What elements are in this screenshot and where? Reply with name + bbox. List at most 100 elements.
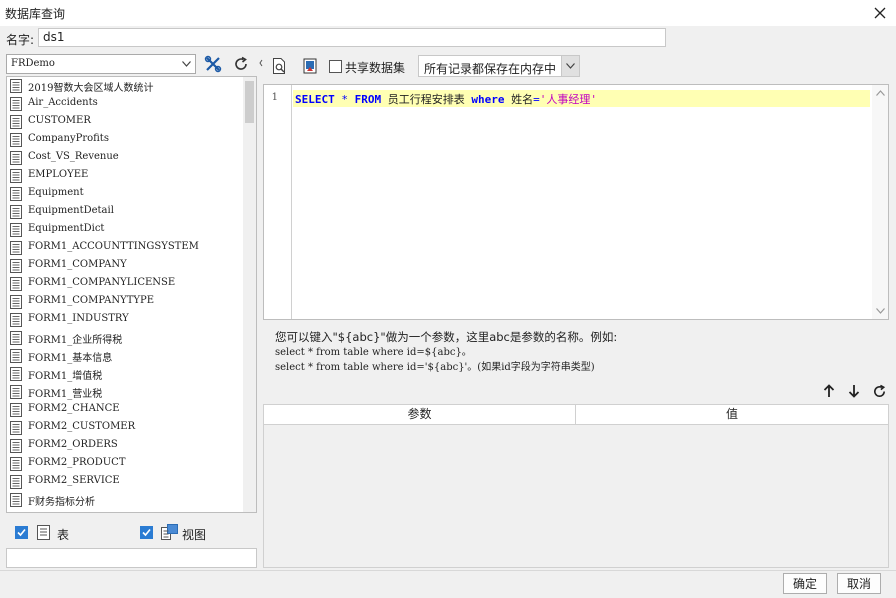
name-row: 名字: ds1	[0, 26, 896, 50]
table-name: FORM1_ACCOUNTTINGSYSTEM	[28, 241, 199, 252]
view-checkbox[interactable]	[140, 526, 153, 539]
scrollbar-thumb[interactable]	[245, 81, 254, 123]
sql-field-name: 姓名	[511, 93, 534, 106]
refresh-params-icon[interactable]	[870, 382, 888, 400]
table-list-item[interactable]: CUSTOMER	[7, 113, 243, 131]
table-list-item[interactable]: Air_Accidents	[7, 95, 243, 113]
name-label: 名字:	[6, 33, 35, 47]
table-list-item[interactable]: Equipment	[7, 185, 243, 203]
table-checkbox[interactable]	[15, 526, 28, 539]
table-name: FORM1_INDUSTRY	[28, 313, 129, 324]
close-icon[interactable]	[870, 3, 890, 23]
table-name: FORM1_COMPANY	[28, 259, 127, 270]
table-name: 2019智数大会区域人数统计	[28, 83, 154, 94]
query-toolbar: 共享数据集 所有记录都保存在内存中	[263, 54, 896, 78]
table-icon	[10, 241, 22, 255]
table-list-item[interactable]: FORM1_COMPANY	[7, 257, 243, 275]
datasource-value: FRDemo	[11, 58, 55, 69]
table-list-item[interactable]: FORM1_营业税	[7, 383, 243, 401]
table-icon	[10, 223, 22, 237]
table-list-scrollbar[interactable]	[243, 77, 256, 512]
sql-star: *	[341, 93, 348, 106]
title-bar: 数据库查询	[0, 0, 896, 26]
scroll-up-icon[interactable]	[872, 85, 888, 101]
table-name: FORM2_PRODUCT	[28, 457, 126, 468]
table-icon	[10, 259, 22, 273]
sql-table-name: 员工行程安排表	[387, 93, 465, 106]
table-icon	[10, 115, 22, 129]
name-input[interactable]: ds1	[38, 28, 666, 47]
hint-line-2: select * from table where id=${abc}。	[275, 347, 472, 358]
view-icon	[161, 524, 178, 544]
table-list-item[interactable]: Cost_VS_Revenue	[7, 149, 243, 167]
table-search-input[interactable]	[6, 548, 257, 568]
save-icon[interactable]	[299, 56, 321, 76]
table-list-item[interactable]: EquipmentDict	[7, 221, 243, 239]
table-list-item[interactable]: CompanyProfits	[7, 131, 243, 149]
table-icon	[10, 349, 22, 363]
table-list-item[interactable]: FORM1_企业所得税	[7, 329, 243, 347]
connection-settings-icon[interactable]	[202, 54, 224, 74]
arrow-down-icon[interactable]	[845, 382, 863, 400]
table-list-item[interactable]: FORM2_CUSTOMER	[7, 419, 243, 437]
table-list-item[interactable]: EquipmentDetail	[7, 203, 243, 221]
refresh-icon[interactable]	[230, 54, 252, 74]
table-icon	[10, 457, 22, 471]
table-list-item[interactable]: FORM1_COMPANYTYPE	[7, 293, 243, 311]
share-dataset-checkbox[interactable]	[329, 60, 342, 73]
table-list-item[interactable]: FORM1_基本信息	[7, 347, 243, 365]
ok-button[interactable]: 确定	[783, 573, 827, 594]
value-column-header: 值	[725, 407, 738, 421]
cancel-button[interactable]: 取消	[837, 573, 881, 594]
table-list-item[interactable]: FORM2_SERVICE	[7, 473, 243, 491]
hint-line-1: 您可以键入"${abc}"做为一个参数，这里abc是参数的名称。例如:	[275, 330, 618, 344]
table-list-item[interactable]: EMPLOYEE	[7, 167, 243, 185]
table-list-item[interactable]: FORM1_增值税	[7, 365, 243, 383]
sql-keyword-select: SELECT	[295, 93, 335, 106]
sql-editor[interactable]: 1 SELECT * FROM 员工行程安排表 where 姓名='人事经理'	[263, 84, 889, 320]
table-icon	[10, 295, 22, 309]
table-list-item[interactable]: FORM2_PRODUCT	[7, 455, 243, 473]
line-gutter: 1	[264, 85, 292, 319]
table-icon	[10, 493, 22, 507]
scroll-down-icon[interactable]	[872, 303, 888, 319]
datasource-select[interactable]: FRDemo	[6, 54, 196, 74]
table-name: FORM2_CHANCE	[28, 403, 120, 414]
line-number: 1	[271, 92, 278, 103]
table-icon	[10, 169, 22, 183]
table-list-item[interactable]: F财务指标分析	[7, 491, 243, 509]
table-icon	[10, 385, 22, 399]
table-icon	[10, 439, 22, 453]
table-icon	[10, 151, 22, 165]
storage-mode-select[interactable]: 所有记录都保存在内存中	[418, 55, 580, 77]
editor-scrollbar[interactable]	[872, 85, 888, 319]
view-filter-label: 视图	[182, 528, 207, 542]
parameters-header: 参数 值	[264, 405, 888, 425]
sql-keyword-from: FROM	[354, 93, 382, 106]
table-list-item[interactable]: FORM1_INDUSTRY	[7, 311, 243, 329]
share-dataset-label: 共享数据集	[345, 61, 406, 75]
table-name: FORM1_营业税	[28, 389, 103, 400]
sql-code[interactable]: SELECT * FROM 员工行程安排表 where 姓名='人事经理'	[295, 91, 597, 107]
hint-line-3: select * from table where id='${abc}'。(如…	[275, 362, 595, 373]
window-title: 数据库查询	[5, 7, 66, 21]
table-list-item[interactable]: FORM2_CHANCE	[7, 401, 243, 419]
chevron-down-icon[interactable]	[177, 55, 195, 73]
arrow-up-icon[interactable]	[820, 382, 838, 400]
chevron-down-icon[interactable]	[561, 56, 579, 76]
sql-keyword-where: where	[471, 93, 505, 106]
preview-icon[interactable]	[268, 56, 290, 76]
table-name: Equipment	[28, 187, 84, 198]
storage-mode-value: 所有记录都保存在内存中	[424, 62, 557, 76]
table-icon	[10, 97, 22, 111]
table-list-item[interactable]: FORM1_COMPANYLICENSE	[7, 275, 243, 293]
table-list-item[interactable]: 2019智数大会区域人数统计	[7, 77, 243, 95]
table-name: EquipmentDetail	[28, 205, 114, 216]
table-name: F财务指标分析	[28, 497, 95, 508]
table-list-item[interactable]: FORM1_ACCOUNTTINGSYSTEM	[7, 239, 243, 257]
table-filters: 表 视图	[6, 518, 257, 570]
table-list-item[interactable]: FORM2_ORDERS	[7, 437, 243, 455]
table-name: FORM2_ORDERS	[28, 439, 118, 450]
parameters-table: 参数 值	[263, 404, 889, 568]
table-icon	[10, 403, 22, 417]
